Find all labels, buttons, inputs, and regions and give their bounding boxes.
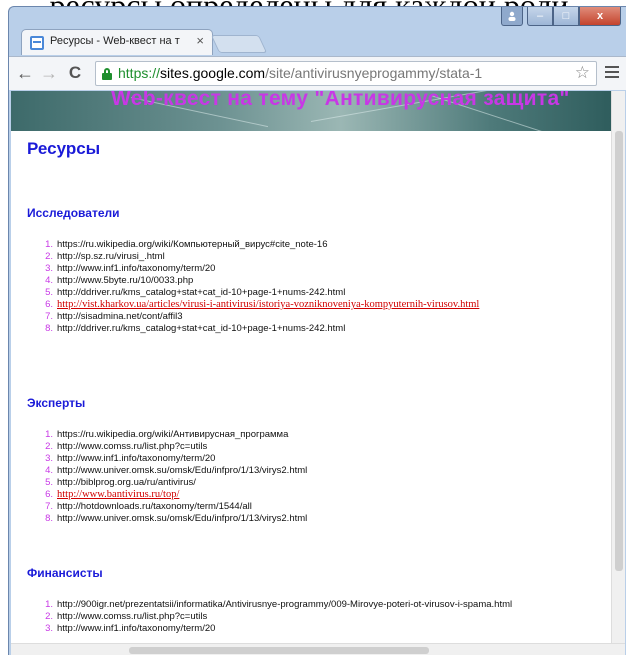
page-content: Web-квест на тему "Антивирусная защита" …	[11, 91, 625, 655]
resource-text: http://www.univer.omsk.su/omsk/Edu/infpr…	[57, 465, 308, 476]
resource-text: http://www.inf1.info/taxonomy/term/20	[57, 453, 216, 464]
url-text[interactable]: https://sites.google.com/site/antivirusn…	[118, 65, 482, 81]
list-number: 6.	[45, 299, 53, 310]
resource-text: http://www.inf1.info/taxonomy/term/20	[57, 623, 216, 634]
new-tab-button[interactable]	[210, 35, 268, 53]
resource-text: http://www.comss.ru/list.php?c=utils	[57, 611, 208, 622]
list-number: 2.	[45, 441, 53, 452]
lock-icon	[102, 68, 112, 80]
list-number: 7.	[45, 501, 53, 512]
resource-text: http://hotdownloads.ru/taxonomy/term/154…	[57, 501, 252, 512]
browser-window: Ресурсы - Web-квест на т × – □ x ← → C h…	[8, 6, 626, 655]
list-number: 4.	[45, 275, 53, 286]
list-number: 3.	[45, 263, 53, 274]
list-item: 4. http://www.5byte.ru/10/0033.php	[41, 275, 479, 287]
resource-list-researchers: 1. https://ru.wikipedia.org/wiki/Компьюте…	[41, 239, 479, 335]
list-number: 2.	[45, 251, 53, 262]
list-item: 3. http://www.inf1.info/taxonomy/term/20	[41, 263, 479, 275]
resource-text: http://biblprog.org.ua/ru/antivirus/	[57, 477, 196, 488]
list-number: 8.	[45, 513, 53, 524]
resource-text: http://www.univer.omsk.su/omsk/Edu/infpr…	[57, 513, 308, 524]
forward-arrow-icon[interactable]: →	[39, 63, 59, 83]
url-scheme: https://	[118, 65, 161, 81]
url-path: /site/antivirusnyeprogammy/stata-1	[265, 65, 483, 81]
close-icon[interactable]: ×	[196, 33, 204, 48]
title-bar: Ресурсы - Web-квест на т × – □ x	[9, 7, 626, 57]
list-item: 6. http://www.bantivirus.ru/top/	[41, 489, 307, 501]
list-number: 4.	[45, 465, 53, 476]
list-item: 5. http://ddriver.ru/kms_catalog+stat+cat…	[41, 287, 479, 299]
list-number: 8.	[45, 323, 53, 334]
window-controls: – □ x	[501, 7, 621, 27]
list-item: 1. https://ru.wikipedia.org/wiki/Антивиру…	[41, 429, 307, 441]
list-item: 7. http://hotdownloads.ru/taxonomy/term/1…	[41, 501, 307, 513]
list-number: 5.	[45, 477, 53, 488]
list-number: 3.	[45, 623, 53, 634]
list-item: 7. http://sisadmina.net/cont/affil3	[41, 311, 479, 323]
reload-icon[interactable]: C	[65, 63, 85, 83]
section-heading-experts: Эксперты	[27, 396, 86, 410]
horizontal-scroll-thumb[interactable]	[129, 647, 429, 654]
minimize-button[interactable]: –	[527, 7, 553, 26]
resource-text: https://ru.wikipedia.org/wiki/Компьютерн…	[57, 239, 328, 250]
browser-toolbar: ← → C https://sites.google.com/site/anti…	[9, 56, 626, 90]
horizontal-scrollbar[interactable]	[11, 643, 625, 655]
resource-text: http://900igr.net/prezentatsii/informati…	[57, 599, 513, 610]
resource-list-experts: 1. https://ru.wikipedia.org/wiki/Антивиру…	[41, 429, 307, 525]
page-title: Ресурсы	[27, 139, 101, 158]
list-item: 1. http://900igr.net/prezentatsii/informa…	[41, 599, 512, 611]
resource-link[interactable]: http://vist.kharkov.ua/articles/virusi-i…	[57, 299, 479, 310]
site-title: Web-квест на тему "Антивирусная защита"	[111, 91, 570, 110]
list-number: 5.	[45, 287, 53, 298]
resource-text: http://www.comss.ru/list.php?c=utils	[57, 441, 208, 452]
list-number: 3.	[45, 453, 53, 464]
list-number: 1.	[45, 239, 53, 250]
back-arrow-icon[interactable]: ←	[15, 63, 35, 83]
list-item: 4. http://www.univer.omsk.su/omsk/Edu/inf…	[41, 465, 307, 477]
section-heading-financiers: Финансисты	[27, 566, 103, 580]
list-item: 5. http://biblprog.org.ua/ru/antivirus/	[41, 477, 307, 489]
resource-list-financiers: 1. http://900igr.net/prezentatsii/informa…	[41, 599, 512, 635]
favicon-icon	[30, 36, 44, 50]
list-item: 6. http://vist.kharkov.ua/articles/virusi…	[41, 299, 479, 311]
resource-text: https://ru.wikipedia.org/wiki/Антивирусн…	[57, 429, 289, 440]
resource-text: http://www.5byte.ru/10/0033.php	[57, 275, 194, 286]
maximize-button[interactable]: □	[553, 7, 579, 26]
list-number: 6.	[45, 489, 53, 500]
star-icon[interactable]: ☆	[575, 63, 590, 83]
section-heading-researchers: Исследователи	[27, 206, 120, 220]
browser-tab[interactable]: Ресурсы - Web-квест на т ×	[21, 29, 213, 55]
menu-icon[interactable]	[605, 66, 619, 78]
resource-text: http://sisadmina.net/cont/affil3	[57, 311, 183, 322]
list-item: 3. http://www.inf1.info/taxonomy/term/20	[41, 453, 307, 465]
list-number: 2.	[45, 611, 53, 622]
list-number: 1.	[45, 599, 53, 610]
vertical-scrollbar[interactable]	[611, 91, 625, 643]
resource-text: http://ddriver.ru/kms_catalog+stat+cat_i…	[57, 287, 346, 298]
list-item: 3. http://www.inf1.info/taxonomy/term/20	[41, 623, 512, 635]
list-item: 2. http://sp.sz.ru/virusi_.html	[41, 251, 479, 263]
resource-link[interactable]: http://www.bantivirus.ru/top/	[57, 489, 179, 500]
address-bar[interactable]: https://sites.google.com/site/antivirusn…	[95, 61, 597, 86]
list-item: 8. http://ddriver.ru/kms_catalog+stat+cat…	[41, 323, 479, 335]
vertical-scroll-thumb[interactable]	[615, 131, 623, 571]
resource-text: http://www.inf1.info/taxonomy/term/20	[57, 263, 216, 274]
url-host: sites.google.com	[160, 65, 266, 81]
list-item: 2. http://www.comss.ru/list.php?c=utils	[41, 441, 307, 453]
list-number: 7.	[45, 311, 53, 322]
resource-text: http://sp.sz.ru/virusi_.html	[57, 251, 165, 262]
user-icon[interactable]	[501, 7, 523, 26]
list-number: 1.	[45, 429, 53, 440]
tab-title: Ресурсы - Web-квест на т	[50, 35, 180, 47]
list-item: 8. http://www.univer.omsk.su/omsk/Edu/inf…	[41, 513, 307, 525]
list-item: 1. https://ru.wikipedia.org/wiki/Компьюте…	[41, 239, 479, 251]
resource-text: http://ddriver.ru/kms_catalog+stat+cat_i…	[57, 323, 346, 334]
list-item: 2. http://www.comss.ru/list.php?c=utils	[41, 611, 512, 623]
close-window-button[interactable]: x	[579, 7, 621, 26]
site-banner: Web-квест на тему "Антивирусная защита"	[11, 91, 611, 131]
